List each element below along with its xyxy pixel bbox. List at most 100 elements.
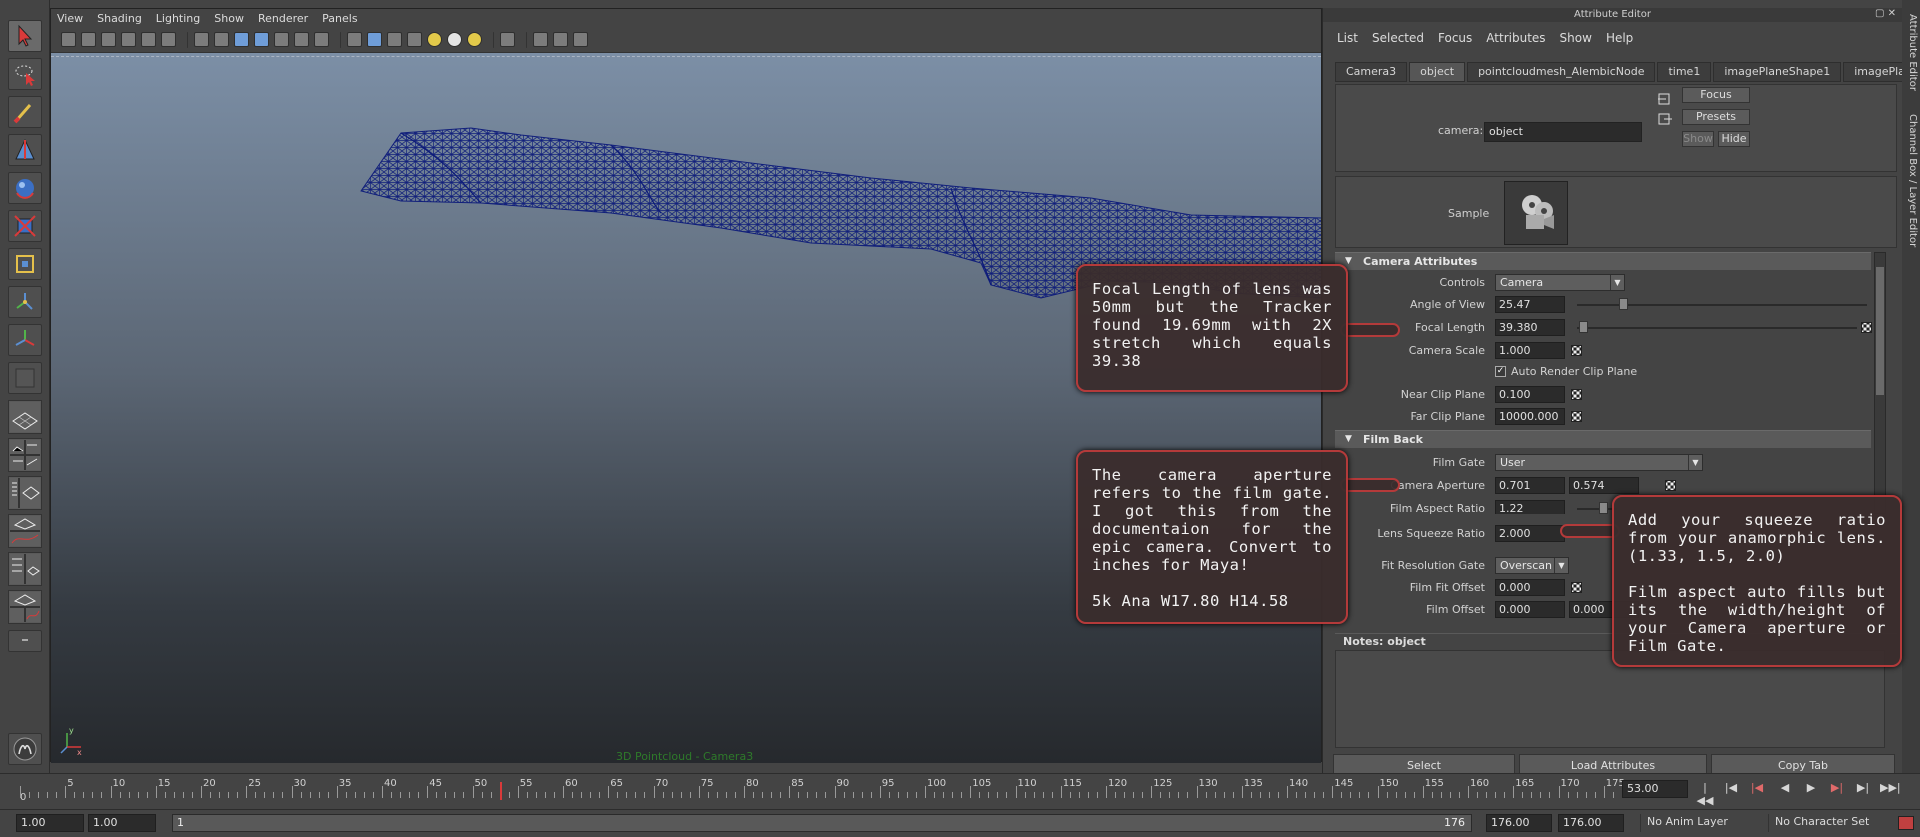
hypershade-persp-layout-icon[interactable] [8,552,42,586]
focal-length-slider[interactable] [1577,327,1857,329]
xray-icon[interactable] [500,32,515,47]
paint-tool-icon[interactable] [8,96,42,128]
xray-joints-icon[interactable] [553,32,568,47]
scrollbar-knob[interactable] [1876,267,1884,395]
preferences-icon[interactable] [1898,816,1914,830]
far-clip-map-icon[interactable] [1571,411,1582,422]
menu-view[interactable]: View [57,12,83,25]
attribute-area[interactable]: ▼ Camera Attributes Controls Camera ▼ An… [1335,252,1885,514]
side-tab-attribute-editor[interactable]: Attribute Editor [1904,14,1918,91]
hide-button[interactable]: Hide [1718,131,1750,147]
film-back-section[interactable]: ▼ Film Back [1335,430,1871,448]
anim-layer-dropdown[interactable]: No Anim Layer [1640,814,1758,832]
step-back-frame-icon[interactable]: |◀ [1748,781,1766,797]
film-aspect-ratio-slider-thumb[interactable] [1599,502,1608,514]
share-icon[interactable] [573,32,588,47]
ae-menu-attributes[interactable]: Attributes [1486,31,1545,45]
film-aspect-ratio-slider[interactable] [1577,508,1617,510]
smooth-shade-icon[interactable] [367,32,382,47]
character-set-dropdown[interactable]: No Character Set [1768,814,1892,832]
persp-outliner-graph-layout-icon[interactable] [8,590,42,624]
go-to-start-icon[interactable]: |◀◀ [1696,781,1714,807]
film-fit-offset-field[interactable]: 0.000 [1495,579,1565,596]
select-camera-icon[interactable] [61,32,76,47]
safe-action-icon[interactable] [294,32,309,47]
focal-length-slider-thumb[interactable] [1579,321,1588,333]
time-slider[interactable]: 0 5 10 15 20 25 30 35 40 45 50 55 60 65 70 75 80 85 90 95 1… [0,773,1920,807]
show-button[interactable]: Show [1682,131,1714,147]
last-tool-icon[interactable] [8,362,42,394]
wireframe-icon[interactable] [347,32,362,47]
camera-aperture-width-field[interactable]: 0.701 [1495,477,1565,494]
near-clip-field[interactable]: 0.100 [1495,386,1565,403]
tab-imageplaneshape1[interactable]: imagePlaneShape1 [1713,62,1842,82]
move-tool-icon[interactable] [8,134,42,166]
far-clip-field[interactable]: 10000.000 [1495,408,1565,425]
playback-start-field[interactable]: 1.00 [88,814,156,832]
step-forward-key-icon[interactable]: ▶| [1854,781,1872,797]
time-ruler[interactable]: 0 5 10 15 20 25 30 35 40 45 50 55 60 65 70 75 80 85 90 95 1… [16,778,1625,804]
focus-button[interactable]: Focus [1682,87,1750,103]
playback-end-field[interactable]: 176.00 [1486,814,1552,832]
current-frame-field[interactable]: 53.00 [1622,780,1688,798]
camera-attributes-icon[interactable] [81,32,96,47]
step-back-key-icon[interactable]: |◀ [1722,781,1740,797]
grid-icon[interactable] [194,32,209,47]
film-gate-dropdown[interactable]: User ▼ [1495,454,1703,471]
presets-button[interactable]: Presets [1682,109,1750,125]
range-slider[interactable]: 1 176 [172,814,1472,832]
camera-attributes-section[interactable]: ▼ Camera Attributes [1335,252,1871,270]
controls-dropdown[interactable]: Camera ▼ [1495,274,1625,291]
tab-pointcloudmesh-alembicnode[interactable]: pointcloudmesh_AlembicNode [1467,62,1656,82]
animation-start-field[interactable]: 1.00 [16,814,84,832]
textured-icon[interactable] [407,32,422,47]
bookmark-icon[interactable] [101,32,116,47]
lens-squeeze-ratio-field[interactable]: 2.000 [1495,525,1565,542]
angle-of-view-field[interactable]: 25.47 [1495,296,1565,313]
ambient-occlusion-icon[interactable] [467,32,482,47]
use-all-lights-icon[interactable] [427,32,442,47]
animation-end-field[interactable]: 176.00 [1558,814,1624,832]
film-gate-icon[interactable] [214,32,229,47]
viewport-canvas[interactable]: y x 3D Pointcloud - Camera3 [51,53,1321,763]
select-tool-icon[interactable] [8,20,42,52]
auto-render-clip-checkbox[interactable]: ✓ [1495,366,1506,377]
menu-renderer[interactable]: Renderer [258,12,308,25]
layout-chevron-icon[interactable] [8,630,42,652]
camera-aperture-height-field[interactable]: 0.574 [1569,477,1639,494]
near-clip-map-icon[interactable] [1571,389,1582,400]
attribute-scrollbar[interactable] [1874,252,1886,514]
soft-mod-icon[interactable] [8,286,42,318]
safe-title-icon[interactable] [314,32,329,47]
single-pane-layout-icon[interactable] [8,400,42,434]
persp-graph-layout-icon[interactable] [8,514,42,548]
menu-panels[interactable]: Panels [322,12,357,25]
tab-object[interactable]: object [1409,62,1466,82]
input-connection-icon[interactable] [1658,93,1672,107]
focal-length-map-icon[interactable] [1861,322,1872,333]
ae-menu-show[interactable]: Show [1560,31,1592,45]
grease-pencil-icon[interactable] [161,32,176,47]
four-pane-layout-icon[interactable] [8,438,42,472]
field-chart-icon[interactable] [274,32,289,47]
panel-window-icons[interactable]: ▢ ✕ [1875,8,1896,19]
focal-length-field[interactable]: 39.380 [1495,319,1565,336]
camera-scale-field[interactable]: 1.000 [1495,342,1565,359]
go-to-end-icon[interactable]: ▶▶| [1880,781,1901,797]
gate-mask-icon[interactable] [254,32,269,47]
show-manip-icon[interactable] [8,324,42,356]
side-tab-channel-box[interactable]: Channel Box / Layer Editor [1904,114,1918,247]
camera-scale-map-icon[interactable] [1571,345,1582,356]
wireframe-on-shaded-icon[interactable] [387,32,402,47]
ae-menu-help[interactable]: Help [1606,31,1633,45]
ae-menu-focus[interactable]: Focus [1438,31,1472,45]
resolution-gate-icon[interactable] [234,32,249,47]
tab-time1[interactable]: time1 [1657,62,1712,82]
output-connection-icon[interactable] [1658,113,1672,127]
film-offset-x-field[interactable]: 0.000 [1495,601,1565,618]
ae-menu-selected[interactable]: Selected [1372,31,1424,45]
angle-of-view-slider-thumb[interactable] [1619,298,1628,310]
two-d-pan-icon[interactable] [141,32,156,47]
menu-show[interactable]: Show [214,12,244,25]
current-time-indicator[interactable] [499,782,502,800]
